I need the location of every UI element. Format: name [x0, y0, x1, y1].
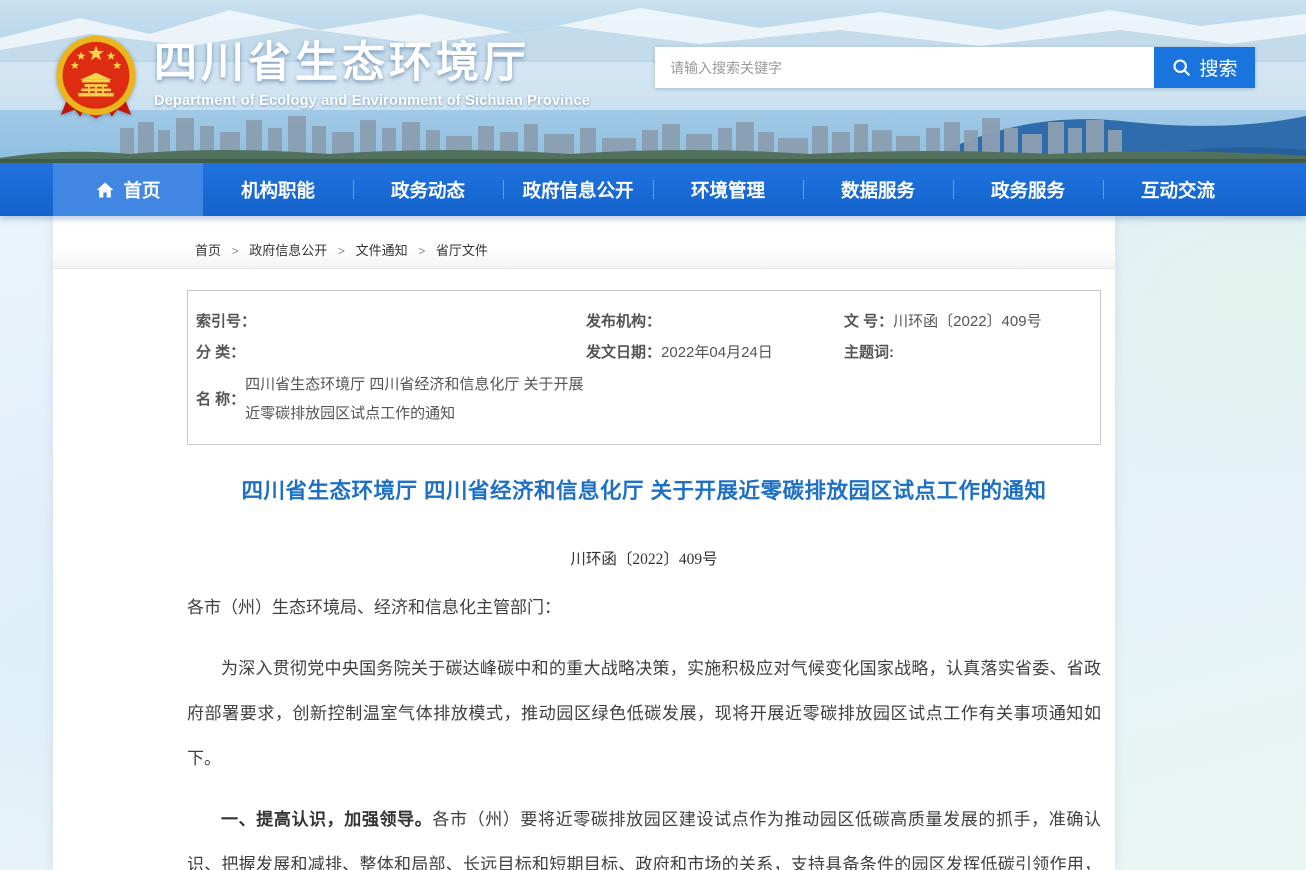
nav-item-label: 首页 [123, 177, 160, 203]
doc-number-field: 文 号：川环函〔2022〕409号 [844, 306, 1092, 337]
breadcrumb-separator: > [338, 244, 345, 258]
nav-item-gov-news[interactable]: 政务动态 [353, 163, 503, 216]
nav-item-label: 政务动态 [391, 177, 465, 203]
home-icon [95, 180, 115, 200]
search-button[interactable]: 搜索 [1154, 47, 1255, 88]
breadcrumb-home-link[interactable]: 首页 [195, 243, 221, 258]
nav-item-label: 数据服务 [841, 177, 915, 203]
search-input[interactable] [655, 47, 1154, 88]
document-info-box: 索引号： 发布机构： 文 号：川环函〔2022〕409号 分 类： 发文日期：2… [187, 290, 1101, 445]
site-logo-brand[interactable]: 四川省生态环境厅 Department of Ecology and Envir… [52, 34, 590, 122]
doc-date-value: 2022年04月24日 [661, 344, 773, 361]
site-subtitle: Department of Ecology and Environment of… [154, 93, 590, 109]
doc-keywords-field: 主题词: [844, 337, 1092, 368]
doc-category-field: 分 类： [196, 337, 586, 368]
nav-item-env-management[interactable]: 环境管理 [653, 163, 803, 216]
article-paragraph: 一、提高认识，加强领导。各市（州）要将近零碳排放园区建设试点作为推动园区低碳高质… [187, 797, 1101, 870]
doc-name-value: 四川省生态环境厅 四川省经济和信息化厅 关于开展近零碳排放园区试点工作的通知 [245, 370, 597, 428]
article-salutation: 各市（州）生态环境局、经济和信息化主管部门： [187, 585, 1101, 630]
breadcrumb-info-disclosure-link[interactable]: 政府信息公开 [249, 243, 327, 258]
breadcrumb-file-notices-link[interactable]: 文件通知 [356, 243, 408, 258]
paragraph-lead-bold: 一、提高认识，加强领导。 [221, 810, 432, 829]
search-button-label: 搜索 [1199, 54, 1237, 81]
breadcrumb-dept-files-link[interactable]: 省厅文件 [436, 243, 488, 258]
search-bar: 搜索 [655, 47, 1255, 88]
nav-item-info-disclosure[interactable]: 政府信息公开 [503, 163, 653, 216]
content-card: 首页 > 政府信息公开 > 文件通知 > 省厅文件 索引号： 发布机构： 文 号… [53, 216, 1115, 870]
doc-category-label: 分 类： [196, 344, 245, 361]
nav-item-label: 机构职能 [241, 177, 315, 203]
doc-agency-field: 发布机构： [586, 306, 844, 337]
site-banner: 四川省生态环境厅 Department of Ecology and Envir… [0, 0, 1306, 163]
nav-item-gov-services[interactable]: 政务服务 [953, 163, 1103, 216]
doc-date-label: 发文日期： [586, 344, 661, 361]
doc-name-field: 名 称： 四川省生态环境厅 四川省经济和信息化厅 关于开展近零碳排放园区试点工作… [196, 370, 1092, 428]
nav-item-label: 政府信息公开 [522, 177, 633, 203]
main-nav: 首页 机构职能 政务动态 政府信息公开 环境管理 数据服务 政务服务 互动交流 [0, 163, 1306, 216]
article-title: 四川省生态环境厅 四川省经济和信息化厅 关于开展近零碳排放园区试点工作的通知 [187, 474, 1101, 505]
nav-item-label: 环境管理 [691, 177, 765, 203]
nav-item-interaction[interactable]: 互动交流 [1103, 163, 1253, 216]
doc-index-field: 索引号： [196, 306, 586, 337]
nav-item-label: 政务服务 [991, 177, 1065, 203]
national-emblem-icon [52, 34, 140, 122]
nav-item-org-functions[interactable]: 机构职能 [203, 163, 353, 216]
article-doc-number: 川环函〔2022〕409号 [187, 547, 1101, 569]
breadcrumb-separator: > [418, 244, 425, 258]
article-area: 索引号： 发布机构： 文 号：川环函〔2022〕409号 分 类： 发文日期：2… [53, 290, 1115, 870]
breadcrumb: 首页 > 政府信息公开 > 文件通知 > 省厅文件 [53, 216, 1115, 269]
doc-keywords-label: 主题词: [844, 344, 894, 361]
article-paragraph: 为深入贯彻党中央国务院关于碳达峰碳中和的重大战略决策，实施积极应对气候变化国家战… [187, 646, 1101, 781]
doc-index-label: 索引号： [196, 313, 256, 330]
doc-agency-label: 发布机构： [586, 313, 661, 330]
site-title: 四川省生态环境厅 [154, 40, 590, 87]
nav-item-home[interactable]: 首页 [53, 163, 203, 216]
doc-name-label: 名 称： [196, 385, 245, 414]
doc-number-label: 文 号： [844, 313, 893, 330]
search-icon [1171, 57, 1192, 78]
article-body: 各市（州）生态环境局、经济和信息化主管部门： 为深入贯彻党中央国务院关于碳达峰碳… [187, 585, 1101, 870]
breadcrumb-separator: > [232, 244, 239, 258]
doc-number-value: 川环函〔2022〕409号 [893, 313, 1041, 330]
doc-date-field: 发文日期：2022年04月24日 [586, 337, 844, 368]
nav-item-data-services[interactable]: 数据服务 [803, 163, 953, 216]
nav-item-label: 互动交流 [1141, 177, 1215, 203]
